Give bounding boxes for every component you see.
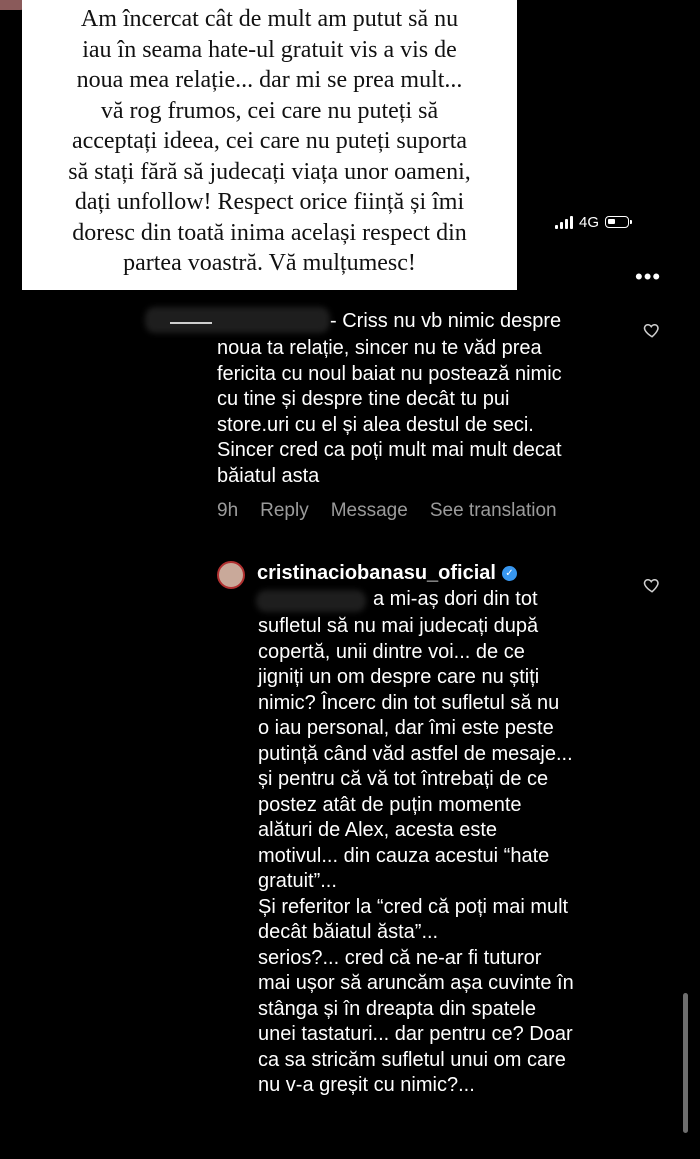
signal-icon bbox=[555, 215, 573, 229]
reply-line: copertă, unii dintre voi... de ce bbox=[258, 640, 525, 663]
see-translation-button[interactable]: See translation bbox=[430, 500, 557, 522]
comment-line: store.uri cu el și alea destul de seci. bbox=[217, 413, 534, 436]
battery-icon bbox=[605, 216, 633, 228]
like-heart-icon[interactable] bbox=[643, 576, 661, 594]
reply-line: stânga și în dreapta din spatele bbox=[258, 997, 536, 1020]
reply-username[interactable]: cristinaciobanasu_oficial ✓ bbox=[257, 562, 517, 585]
status-bar: 4G bbox=[555, 211, 633, 233]
more-options-icon[interactable]: ••• bbox=[635, 264, 661, 290]
reply-line: putință când văd astfel de mesaje... bbox=[258, 742, 573, 765]
comment-actions: 9h Reply Message See translation bbox=[217, 500, 557, 522]
reply-line: și pentru că vă tot întrebați de ce bbox=[258, 768, 549, 790]
avatar[interactable] bbox=[217, 561, 245, 589]
reply-line: postez atât de puțin momente bbox=[258, 793, 522, 816]
redacted-mention bbox=[256, 590, 366, 612]
comment-line: Sincer cred ca poți mult mai mult decat bbox=[217, 439, 562, 461]
reply-line: alături de Alex, acesta este bbox=[258, 819, 498, 841]
caption-line: vă rog frumos, cei care nu puteți să bbox=[100, 97, 439, 124]
reply-line: o iau personal, dar îmi este peste bbox=[258, 717, 554, 739]
caption-line: dați unfollow! Respect orice ființă și î… bbox=[74, 189, 465, 215]
comment-line: noua ta relație, sincer nu te văd prea bbox=[217, 337, 542, 359]
caption-line: partea voastră. Vă mulțumesc! bbox=[123, 250, 416, 276]
reply-line: Și referitor la “cred că poți mai mult bbox=[258, 895, 569, 918]
comment-first-line: - Criss nu vb nimic despre bbox=[330, 310, 562, 332]
reply-first-line: a mi-aș dori din tot bbox=[373, 588, 538, 610]
verified-badge-icon: ✓ bbox=[501, 566, 517, 581]
reply-line: mai ușor să aruncăm așa cuvinte în bbox=[258, 972, 574, 994]
caption-line: noua mea relație... dar mi se prea mult.… bbox=[76, 67, 463, 93]
comment-time: 9h bbox=[217, 500, 239, 521]
caption-line: acceptați ideea, cei care nu puteți supo… bbox=[71, 128, 468, 154]
reply-body: sufletul să nu mai judecați după copertă… bbox=[258, 614, 653, 1099]
comment-line: cu tine și despre tine decât tu pui bbox=[217, 388, 510, 410]
story-caption: Am încercat cât de mult am putut să nu i… bbox=[22, 0, 517, 290]
network-label: 4G bbox=[579, 213, 600, 231]
reply-line: nu v-a greșit cu nimic?... bbox=[258, 1074, 475, 1096]
message-button[interactable]: Message bbox=[331, 500, 408, 522]
username-text[interactable]: cristinaciobanasu_oficial bbox=[257, 562, 496, 585]
reply-line: nimic? Încerc din tot sufletul să nu bbox=[258, 691, 560, 714]
caption-line: Am încercat cât de mult am putut să nu bbox=[80, 6, 459, 32]
reply-line: unei tastaturi... dar pentru ce? Doar bbox=[258, 1023, 573, 1045]
comment-line: fericita cu noul baiat nu postează nimic bbox=[217, 362, 562, 385]
reply-line: jigniți un om despre care nu știți bbox=[258, 666, 540, 688]
caption-line: să stați fără să judecați viața unor oam… bbox=[68, 158, 471, 185]
reply-line: serios?... cred că ne-ar fi tuturor bbox=[258, 946, 542, 969]
redaction-mark bbox=[170, 322, 212, 324]
reply-line: gratuit”... bbox=[258, 870, 337, 892]
caption-line: doresc din toată inima același respect d… bbox=[72, 219, 467, 246]
scrollbar[interactable] bbox=[683, 993, 688, 1133]
reply-button[interactable]: Reply bbox=[260, 500, 309, 522]
reply-line: sufletul să nu mai judecați după bbox=[258, 615, 539, 637]
like-heart-icon[interactable] bbox=[643, 321, 661, 339]
reply-line: decât băiatul ăsta”... bbox=[258, 921, 439, 943]
reply-line: motivul... din cauza acestui “hate bbox=[258, 844, 550, 867]
redacted-avatar-username bbox=[145, 307, 330, 333]
caption-line: iau în seama hate-ul gratuit vis a vis d… bbox=[82, 36, 457, 63]
comment-line: băiatul asta bbox=[217, 464, 320, 487]
comment-body: noua ta relație, sincer nu te văd prea f… bbox=[217, 336, 637, 489]
reply-line: ca sa stricăm sufletul unui om care bbox=[258, 1048, 566, 1071]
